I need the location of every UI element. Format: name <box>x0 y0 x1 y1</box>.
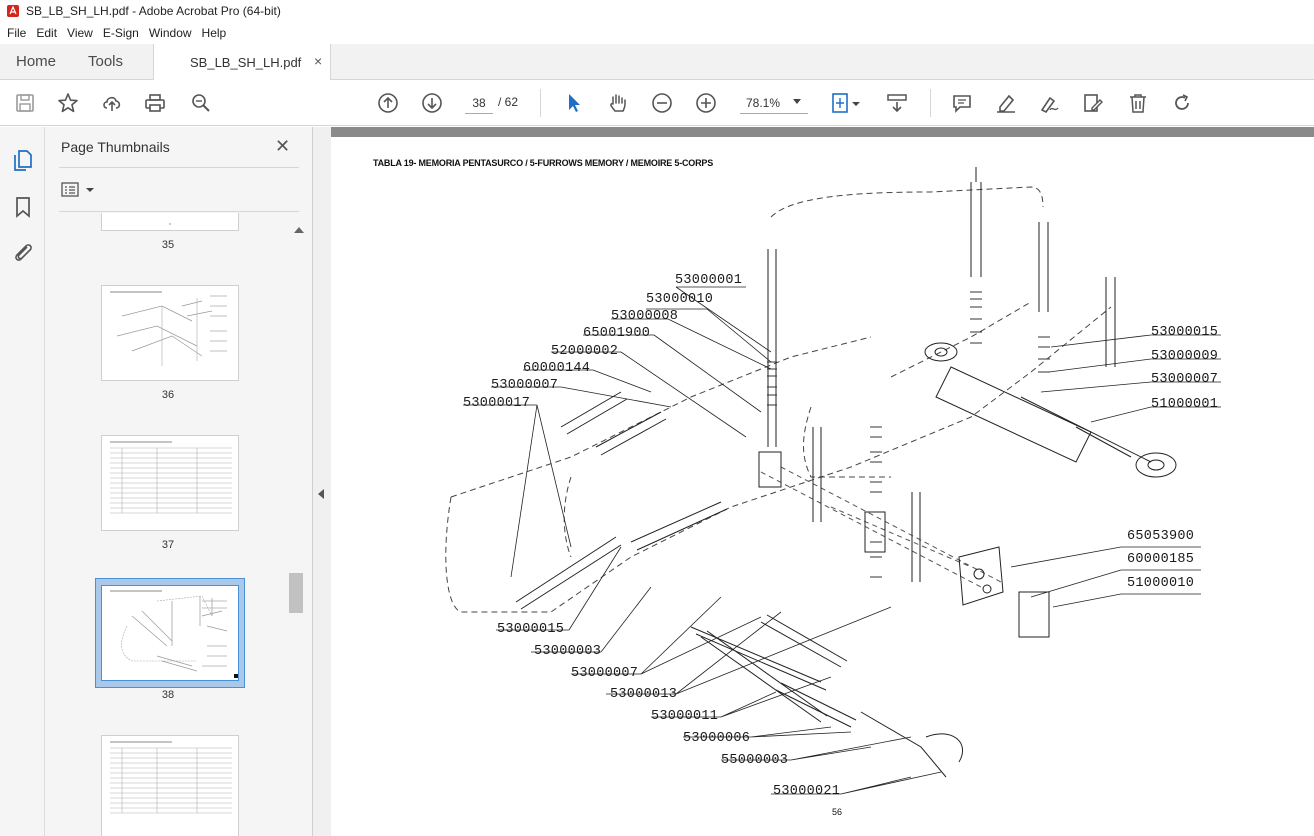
part-label: 53000003 <box>534 644 602 659</box>
part-label: 51000001 <box>1151 397 1219 412</box>
thumbnail-page[interactable] <box>101 435 239 531</box>
attachment-icon[interactable] <box>11 240 35 264</box>
thumbnail-scrollbar[interactable] <box>291 213 307 836</box>
fit-page-icon[interactable] <box>830 92 852 114</box>
upload-cloud-icon[interactable] <box>101 92 123 114</box>
zoom-in-icon[interactable] <box>695 92 717 114</box>
thumbnail-list: 35 36 37 38 <box>45 213 291 836</box>
thumbnail-page[interactable] <box>101 735 239 836</box>
bookmark-icon[interactable] <box>11 195 35 219</box>
main-toolbar <box>0 80 1314 126</box>
part-label: 60000185 <box>1127 552 1195 567</box>
select-cursor-icon[interactable] <box>563 92 585 114</box>
thumbnail-label: 36 <box>161 389 175 401</box>
thumbnail-options-button[interactable] <box>61 181 97 199</box>
previous-page-icon[interactable] <box>377 92 399 114</box>
zoom-out-icon[interactable] <box>651 92 673 114</box>
part-label: 52000002 <box>551 344 619 359</box>
acrobat-app-icon <box>7 5 19 17</box>
scroll-up-arrow-icon[interactable] <box>294 227 304 233</box>
menu-help[interactable]: Help <box>202 26 227 40</box>
print-icon[interactable] <box>144 92 166 114</box>
menu-edit[interactable]: Edit <box>36 26 57 40</box>
thumbnail-label: 38 <box>161 689 175 701</box>
left-rail <box>0 127 45 836</box>
rotate-icon[interactable] <box>1171 92 1193 114</box>
fit-page-dropdown-icon[interactable] <box>851 92 861 114</box>
part-label: 53000008 <box>611 309 679 324</box>
page-number-input[interactable]: 38 <box>465 92 493 114</box>
panel-title: Page Thumbnails <box>61 139 170 155</box>
thumbnail-drawing <box>110 590 238 678</box>
part-label: 53000007 <box>571 666 639 681</box>
edit-pdf-icon[interactable] <box>1082 92 1104 114</box>
part-label: 51000010 <box>1127 576 1195 591</box>
tab-home[interactable]: Home <box>16 53 56 70</box>
delete-trash-icon[interactable] <box>1127 92 1149 114</box>
panel-close-icon[interactable]: ✕ <box>275 136 290 157</box>
collapse-arrow-icon[interactable] <box>318 489 324 499</box>
star-icon[interactable] <box>57 92 79 114</box>
thumbnail-page[interactable] <box>101 285 239 381</box>
thumbnail-table <box>110 441 232 514</box>
draw-sign-icon[interactable] <box>1038 92 1060 114</box>
thumbnail-page[interactable] <box>101 213 239 231</box>
pdf-page: TABLA 19- MEMORIA PENTASURCO / 5-FURROWS… <box>331 137 1314 836</box>
part-label: 53000015 <box>497 622 565 637</box>
part-label: 53000013 <box>610 687 678 702</box>
highlight-pen-icon[interactable] <box>995 92 1017 114</box>
scroll-mode-icon[interactable] <box>886 92 908 114</box>
menu-bar: File Edit View E-Sign Window Help <box>0 22 1314 44</box>
title-bar: SB_LB_SH_LH.pdf - Adobe Acrobat Pro (64-… <box>0 0 1314 22</box>
zoom-search-icon[interactable] <box>190 92 212 114</box>
zoom-dropdown-icon[interactable] <box>793 99 801 104</box>
part-label: 53000015 <box>1151 325 1219 340</box>
tab-bar: Home Tools SB_LB_SH_LH.pdf × <box>0 44 1314 81</box>
menu-esign[interactable]: E-Sign <box>103 26 139 40</box>
pages-icon[interactable] <box>11 148 35 172</box>
part-label: 53000001 <box>675 273 743 288</box>
next-page-icon[interactable] <box>421 92 443 114</box>
list-options-icon <box>61 182 94 197</box>
tab-close-icon[interactable]: × <box>314 53 322 69</box>
window-title: SB_LB_SH_LH.pdf - Adobe Acrobat Pro (64-… <box>26 4 281 18</box>
hand-tool-icon[interactable] <box>607 92 629 114</box>
tab-document-label: SB_LB_SH_LH.pdf <box>190 55 302 70</box>
thumbnail-drawing <box>110 291 227 366</box>
comment-icon[interactable] <box>951 92 973 114</box>
part-label: 53000007 <box>491 378 559 393</box>
exploded-parts-diagram <box>445 167 1221 795</box>
part-label: 53000010 <box>646 292 714 307</box>
panel-collapse-handle[interactable] <box>313 127 331 836</box>
thumbnail-label: 35 <box>161 239 175 251</box>
thumbnail-label: 37 <box>161 539 175 551</box>
part-label: 65001900 <box>583 326 651 341</box>
part-label: 53000011 <box>651 709 719 724</box>
part-label: 53000017 <box>463 396 531 411</box>
menu-window[interactable]: Window <box>149 26 192 40</box>
tab-tools[interactable]: Tools <box>88 53 123 70</box>
part-label: 53000006 <box>683 731 751 746</box>
menu-file[interactable]: File <box>7 26 26 40</box>
menu-view[interactable]: View <box>67 26 93 40</box>
scrollbar-thumb[interactable] <box>289 573 303 613</box>
part-label: 53000021 <box>773 784 841 799</box>
page-footer-number: 56 <box>832 807 843 817</box>
save-icon[interactable] <box>14 92 36 114</box>
part-label: 53000009 <box>1151 349 1219 364</box>
part-label: 55000003 <box>721 753 789 768</box>
part-label: 60000144 <box>523 361 591 376</box>
page-total: / 62 <box>498 95 519 109</box>
thumbnails-panel: Page Thumbnails ✕ 35 36 37 38 <box>45 127 313 836</box>
thumbnail-table <box>110 741 232 814</box>
thumbnail-page-selected[interactable] <box>101 585 239 681</box>
part-label: 53000007 <box>1151 372 1219 387</box>
tab-document[interactable]: SB_LB_SH_LH.pdf × <box>153 44 331 81</box>
part-label: 65053900 <box>1127 529 1195 544</box>
